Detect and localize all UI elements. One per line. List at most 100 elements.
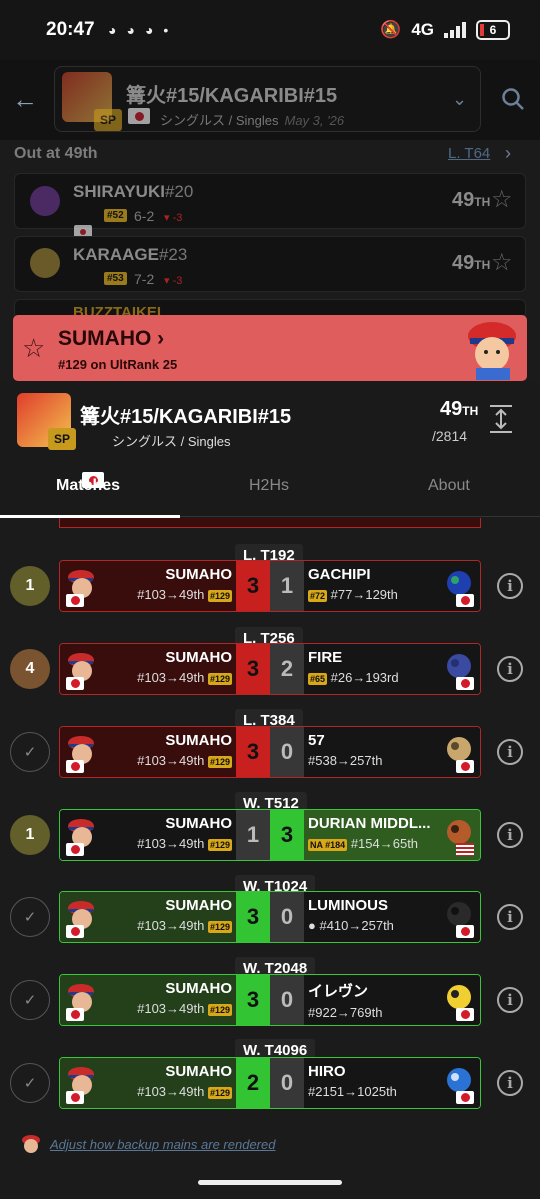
player-name: BUZZTAIKEI — [73, 304, 162, 315]
player-left: SUMAHO #103→49th #129 — [137, 815, 232, 851]
player-seed-progress: #103→49th #129 — [137, 587, 232, 602]
ness-character-icon — [468, 322, 516, 380]
ultrank-badge: #129 — [207, 590, 232, 602]
player-left: SUMAHO #103→49th #129 — [137, 566, 232, 602]
match-row[interactable]: SUMAHO #103→49th #129 3 0 イレヴン #922→769t… — [59, 974, 481, 1026]
score-right: 2 — [270, 644, 304, 694]
status-time: 20:47 — [46, 19, 95, 40]
discord-icon: ◕ — [108, 22, 117, 38]
player-right: DURIAN MIDDL... NA #184 #154→65th — [308, 815, 431, 851]
match-row[interactable]: SUMAHO #103→49th #129 3 2 FIRE #65 #26→1… — [59, 643, 481, 695]
opponent-name: GACHIPI — [308, 566, 371, 583]
player-right: GACHIPI #72 #77→129th — [308, 566, 398, 602]
score-left: 2 — [236, 1058, 270, 1108]
info-icon[interactable]: i — [497, 904, 523, 930]
japan-flag-icon — [66, 760, 84, 773]
banner-player-name[interactable]: SUMAHO › — [58, 327, 164, 351]
character-avatar — [30, 186, 60, 216]
gesture-bar — [198, 1180, 342, 1185]
event-date: May 3, '26 — [284, 113, 345, 128]
ultrank-badge: #129 — [207, 1087, 232, 1099]
status-right: 🔕 4G 6 — [380, 20, 510, 40]
player-name: SUMAHO — [165, 980, 232, 997]
player-seed-progress: #103→49th #129 — [137, 670, 232, 685]
country-flag-icon — [456, 677, 474, 690]
search-icon[interactable] — [500, 86, 526, 112]
player-right: HIRO #2151→1025th — [308, 1063, 397, 1099]
match-status-indicator[interactable]: 1 — [10, 815, 50, 855]
info-icon[interactable]: i — [497, 1070, 523, 1096]
match-status-indicator[interactable]: ✓ — [10, 897, 50, 937]
match-row[interactable]: SUMAHO #103→49th #129 1 3 DURIAN MIDDL..… — [59, 809, 481, 861]
opponent-seed-progress: #2151→1025th — [308, 1084, 397, 1099]
match-status-indicator[interactable]: ✓ — [10, 980, 50, 1020]
match-status-indicator[interactable]: ✓ — [10, 1063, 50, 1103]
score-right: 0 — [270, 892, 304, 942]
player-name: SUMAHO — [165, 566, 232, 583]
japan-flag-icon — [66, 1008, 84, 1021]
opponent-seed-progress: ● #410→257th — [308, 918, 394, 933]
score-right: 0 — [270, 975, 304, 1025]
score-right: 0 — [270, 727, 304, 777]
battery-icon: 6 — [476, 20, 510, 40]
backup-mains-link[interactable]: Adjust how backup mains are rendered — [50, 1137, 275, 1152]
match-status-indicator[interactable]: ✓ — [10, 732, 50, 772]
player-seed-progress: #103→49th #129 — [137, 836, 232, 851]
info-icon[interactable]: i — [497, 987, 523, 1013]
match-row[interactable]: SUMAHO #103→49th #129 2 0 HIRO #2151→102… — [59, 1057, 481, 1109]
info-icon[interactable]: i — [497, 573, 523, 599]
player-right: FIRE #65 #26→193rd — [308, 649, 399, 685]
chevron-right-icon[interactable]: › — [505, 143, 511, 164]
info-icon[interactable]: i — [497, 739, 523, 765]
chevron-down-icon[interactable]: ⌄ — [452, 89, 467, 110]
player-left: SUMAHO #103→49th #129 — [137, 980, 232, 1016]
star-outline-icon[interactable]: ☆ — [22, 333, 45, 364]
score-left: 3 — [236, 892, 270, 942]
star-outline-icon[interactable]: ☆ — [491, 185, 513, 214]
ultrank-badge: #129 — [207, 673, 232, 685]
tournament-title: 篝火#15/KAGARIBI#15 — [80, 406, 292, 428]
japan-flag-icon — [128, 108, 150, 124]
signal-icon — [444, 22, 466, 38]
opponent-seed-progress: #65 #26→193rd — [308, 670, 399, 685]
match-row[interactable]: SUMAHO #103→49th #129 3 0 LUMINOUS ● #41… — [59, 891, 481, 943]
out-at-label: Out at 49th — [14, 145, 98, 162]
country-flag-icon — [456, 760, 474, 773]
tab-about[interactable]: About — [428, 477, 470, 495]
match-row[interactable]: SUMAHO #103→49th #129 3 0 57 #538→257th — [59, 726, 481, 778]
sp-badge: SP — [94, 109, 122, 131]
match-status-indicator[interactable]: 4 — [10, 649, 50, 689]
info-icon[interactable]: i — [497, 656, 523, 682]
tournament-title: 篝火#15/KAGARIBI#15 — [126, 85, 338, 107]
mute-icon: 🔕 — [380, 20, 402, 39]
tab-matches[interactable]: Matches — [56, 477, 120, 495]
opponent-seed-progress: #538→257th — [308, 753, 383, 768]
eliminated-round-link[interactable]: L. T64 — [448, 145, 490, 162]
player-seed-progress: #103→49th #129 — [137, 753, 232, 768]
back-arrow-icon[interactable]: ← — [12, 86, 40, 114]
usa-flag-icon — [456, 843, 474, 856]
tab-h2hs[interactable]: H2Hs — [249, 477, 289, 495]
match-row-partial[interactable] — [59, 518, 481, 528]
japan-flag-icon — [66, 1091, 84, 1104]
ultrank-badge: #129 — [207, 839, 232, 851]
opponent-name: DURIAN MIDDL... — [308, 815, 431, 832]
star-outline-icon[interactable]: ☆ — [491, 248, 513, 277]
japan-flag-icon — [66, 677, 84, 690]
character-avatar — [30, 248, 60, 278]
placing: 49TH — [452, 189, 491, 211]
opponent-name: FIRE — [308, 649, 343, 666]
player-name: SUMAHO — [165, 1063, 232, 1080]
opponent-rank-badge: NA #184 — [308, 839, 348, 851]
match-row[interactable]: SUMAHO #103→49th #129 3 1 GACHIPI #72 #7… — [59, 560, 481, 612]
match-status-indicator[interactable]: 1 — [10, 566, 50, 606]
info-icon[interactable]: i — [497, 822, 523, 848]
player-seed-progress: #103→49th #129 — [137, 918, 232, 933]
final-placing: 49TH — [440, 398, 479, 420]
japan-flag-icon — [66, 843, 84, 856]
score-left: 1 — [236, 810, 270, 860]
banner-rank: #129 on UltRank 25 — [58, 357, 178, 372]
expand-icon[interactable] — [488, 404, 514, 434]
country-flag-icon — [456, 1091, 474, 1104]
player-right: イレヴン #922→769th — [308, 980, 382, 1020]
